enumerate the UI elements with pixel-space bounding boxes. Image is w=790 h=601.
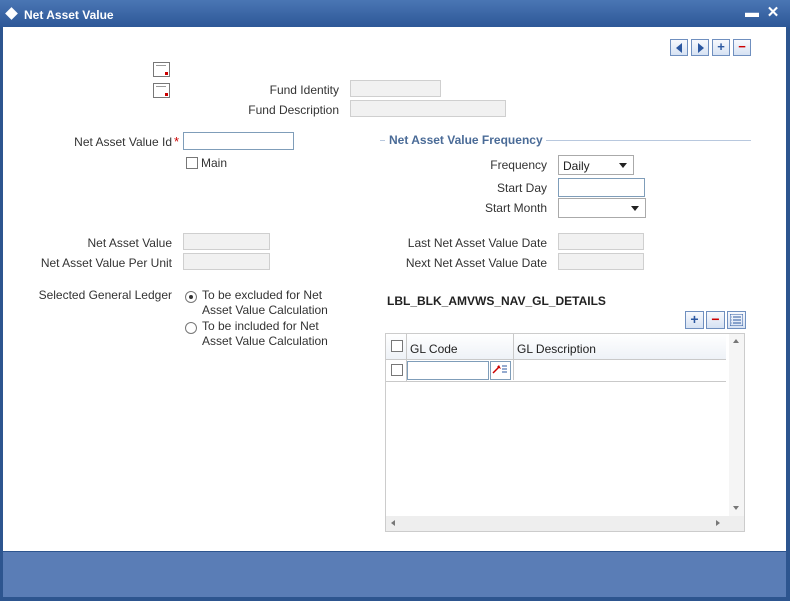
add-record-button[interactable]: +	[712, 39, 730, 56]
next-record-button[interactable]	[691, 39, 709, 56]
frequency-value: Daily	[563, 159, 590, 173]
gl-include-line2: Asset Value Calculation	[202, 334, 328, 348]
gl-include-line1: To be included for Net	[202, 319, 319, 333]
section-divider-right	[546, 140, 751, 141]
fields-icon-1[interactable]	[153, 62, 170, 77]
vertical-scrollbar[interactable]	[729, 334, 744, 516]
frequency-section-title: Net Asset Value Frequency	[389, 133, 543, 147]
required-mark: *	[174, 134, 180, 149]
footer-bar	[3, 552, 786, 597]
list-icon	[729, 313, 744, 327]
gl-view-list-button[interactable]	[727, 311, 746, 329]
section-divider-left	[380, 140, 385, 141]
row-checkbox[interactable]	[391, 364, 403, 376]
fund-identity-label: Fund Identity	[269, 83, 339, 97]
start-day-input[interactable]	[558, 178, 645, 197]
arrow-left-icon	[676, 43, 682, 53]
gl-delete-row-button[interactable]: −	[706, 311, 725, 329]
fields-icon-2[interactable]	[153, 83, 170, 98]
title-bar: Net Asset Value ▬ ✕	[0, 0, 790, 28]
gl-exclude-line2: Asset Value Calculation	[202, 303, 328, 317]
last-nav-date-field	[558, 233, 644, 250]
scroll-down-icon[interactable]	[733, 506, 739, 510]
gl-include-label: To be included for Net Asset Value Calcu…	[202, 319, 328, 349]
fund-description-label: Fund Description	[248, 103, 339, 117]
window-title: Net Asset Value	[24, 8, 114, 22]
start-day-label: Start Day	[496, 181, 547, 195]
frequency-select[interactable]: Daily	[558, 155, 634, 175]
chevron-down-icon	[631, 206, 639, 211]
previous-record-button[interactable]	[670, 39, 688, 56]
grid-header: GL Code GL Description	[386, 334, 726, 380]
gl-exclude-line1: To be excluded for Net	[202, 288, 323, 302]
start-month-select[interactable]	[558, 198, 646, 218]
horizontal-scrollbar[interactable]	[386, 516, 744, 531]
nav-field	[183, 233, 270, 250]
last-nav-date-label: Last Net Asset Value Date	[407, 236, 547, 250]
main-checkbox[interactable]	[186, 157, 198, 169]
chevron-down-icon	[619, 163, 627, 168]
window-diamond-icon	[5, 7, 18, 20]
gl-code-column-header[interactable]: GL Code	[410, 342, 458, 356]
frequency-label: Frequency	[490, 158, 547, 172]
delete-record-button[interactable]: −	[733, 39, 751, 56]
next-nav-date-field	[558, 253, 644, 270]
fund-description-field	[350, 100, 506, 117]
nav-id-input[interactable]	[183, 132, 294, 150]
grid-select-all-checkbox[interactable]	[391, 340, 403, 352]
nav-per-unit-label: Net Asset Value Per Unit	[40, 256, 172, 270]
fund-identity-field	[350, 80, 441, 97]
table-row	[386, 360, 726, 382]
nav-per-unit-field	[183, 253, 270, 270]
close-button[interactable]: ✕	[766, 3, 780, 21]
minimize-button[interactable]: ▬	[745, 4, 759, 22]
gl-include-radio[interactable]	[185, 322, 197, 334]
main-label: Main	[201, 156, 228, 170]
window-frame: Net Asset Value ▬ ✕ + − Fund Identity Fu…	[0, 0, 790, 601]
gl-code-input[interactable]	[407, 361, 489, 380]
lookup-list-icon	[492, 365, 507, 374]
start-month-label: Start Month	[484, 201, 547, 215]
nav-label: Net Asset Value	[87, 236, 173, 250]
arrow-right-icon	[698, 43, 704, 53]
next-nav-date-label: Next Net Asset Value Date	[405, 256, 547, 270]
scroll-up-icon[interactable]	[733, 339, 739, 343]
scroll-left-icon[interactable]	[391, 520, 395, 526]
gl-exclude-label: To be excluded for Net Asset Value Calcu…	[202, 288, 328, 318]
gl-label: Selected General Ledger	[38, 288, 172, 302]
gl-description-column-header[interactable]: GL Description	[517, 342, 596, 356]
gl-exclude-radio[interactable]	[185, 291, 197, 303]
gl-add-row-button[interactable]: +	[685, 311, 704, 329]
nav-id-label: Net Asset Value Id	[74, 135, 172, 149]
gl-details-grid: GL Code GL Description	[385, 333, 745, 532]
gl-code-lookup-button[interactable]	[490, 361, 511, 380]
gl-details-title: LBL_BLK_AMVWS_NAV_GL_DETAILS	[387, 294, 606, 308]
scroll-right-icon[interactable]	[716, 520, 720, 526]
